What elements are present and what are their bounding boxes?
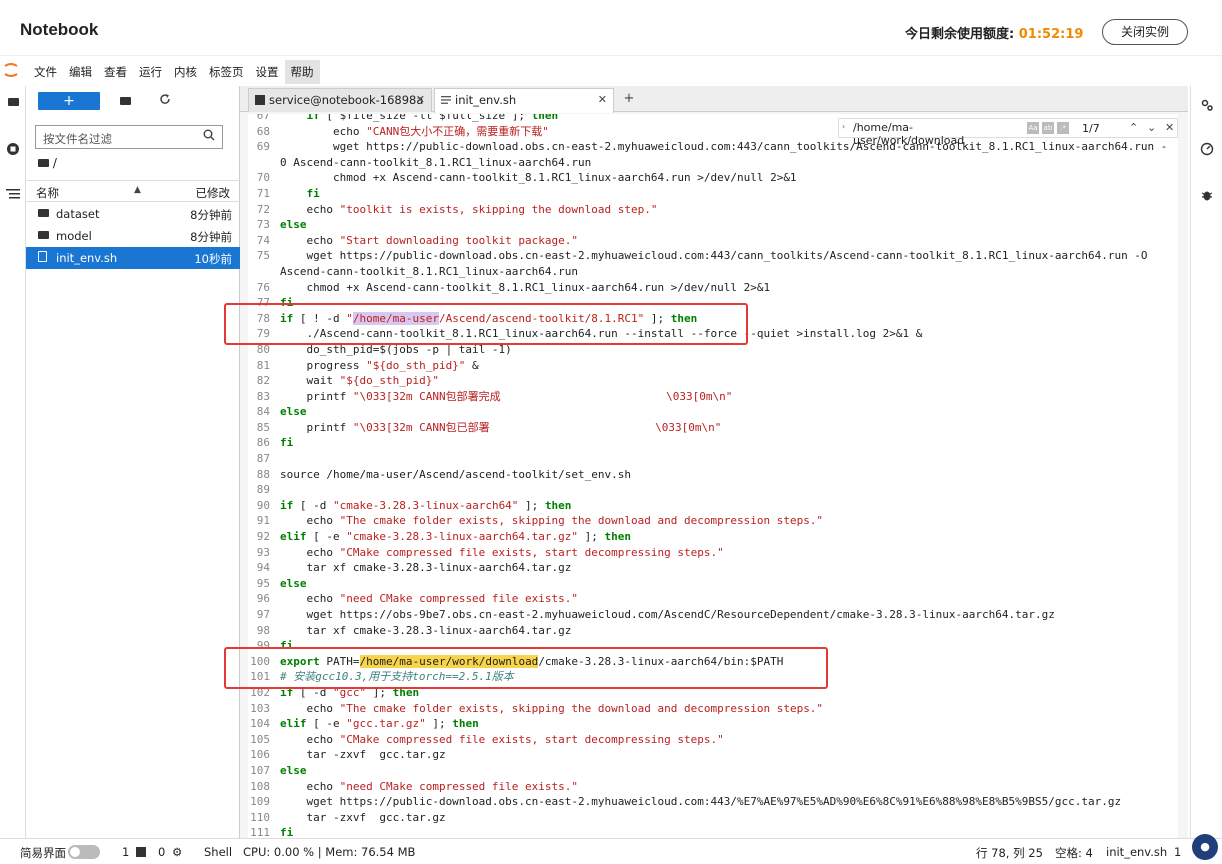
code-editor[interactable]: 67 if [ $file_size -lt $full_size ]; the… xyxy=(248,114,1178,838)
file-modified: 8分钟前 xyxy=(190,230,232,244)
quota-display: 今日剩余使用额度: 01:52:19 xyxy=(905,23,1083,42)
top-bar: Notebook 今日剩余使用额度: 01:52:19 关闭实例 xyxy=(0,0,1222,56)
search-icon xyxy=(203,129,215,144)
indent-setting[interactable]: 空格: 4 xyxy=(1055,845,1093,861)
new-folder-icon[interactable] xyxy=(116,92,134,110)
status-bar: 简易界面 1 0 ⚙ Shell CPU: 0.00 % | Mem: 76.5… xyxy=(0,838,1222,864)
close-icon[interactable]: ✕ xyxy=(598,93,607,106)
resource-usage: CPU: 0.00 % | Mem: 76.54 MB xyxy=(243,845,416,859)
tab-label: init_env.sh xyxy=(455,93,517,107)
status-tail-count: 1 xyxy=(1174,845,1182,859)
quota-time: 01:52:19 xyxy=(1018,27,1084,42)
highlight-box-ascend-check xyxy=(224,303,748,345)
file-filter-input[interactable]: 按文件名过滤 xyxy=(35,125,223,149)
bug-icon[interactable] xyxy=(1199,188,1215,204)
column-modified[interactable]: 已修改 xyxy=(196,185,231,201)
code-content: 67 if [ $file_size -lt $full_size ]; the… xyxy=(250,114,1168,838)
file-filter-placeholder: 按文件名过滤 xyxy=(43,132,112,146)
breadcrumb-path: / xyxy=(52,156,57,170)
property-inspector-icon[interactable] xyxy=(1199,98,1215,114)
file-row-model[interactable]: model 8分钟前 xyxy=(26,225,240,247)
next-match-icon[interactable]: ⌄ xyxy=(1147,121,1156,134)
menu-edit[interactable]: 编辑 xyxy=(63,60,98,84)
file-modified: 8分钟前 xyxy=(190,208,232,222)
simple-mode-toggle[interactable] xyxy=(68,845,100,859)
quota-label: 今日剩余使用额度: xyxy=(905,27,1015,42)
sort-up-icon: ▲ xyxy=(134,185,141,195)
find-input[interactable]: /home/ma-user/work/download xyxy=(853,121,1023,147)
tab-bar: service@notebook-16898a ✕ init_env.sh ✕ … xyxy=(240,86,1188,113)
close-icon[interactable]: ✕ xyxy=(416,93,425,106)
close-find-icon[interactable]: ✕ xyxy=(1165,121,1174,134)
terminal-icon xyxy=(255,95,265,105)
menu-settings[interactable]: 设置 xyxy=(250,60,285,84)
running-sessions-icon[interactable] xyxy=(4,142,22,160)
menu-file[interactable]: 文件 xyxy=(28,60,63,84)
previous-match-icon[interactable]: ⌃ xyxy=(1129,121,1138,134)
file-list-header: 名称 ▲ 已修改 xyxy=(26,180,240,202)
main-area: service@notebook-16898a ✕ init_env.sh ✕ … xyxy=(240,86,1188,838)
text-file-icon xyxy=(441,94,451,104)
kernel-count: 0 xyxy=(158,845,166,859)
menu-bar: 文件 编辑 查看 运行 内核 标签页 设置 帮助 xyxy=(0,58,1222,84)
file-name: model xyxy=(56,229,92,243)
menu-view[interactable]: 查看 xyxy=(98,60,133,84)
find-widget: › /home/ma-user/work/download Aa ab .* 1… xyxy=(838,118,1178,147)
refresh-icon[interactable] xyxy=(156,92,174,110)
tab-init-env[interactable]: init_env.sh ✕ xyxy=(434,88,614,113)
app-title: Notebook xyxy=(20,20,99,39)
menu-kernel[interactable]: 内核 xyxy=(168,60,203,84)
file-row-init-env[interactable]: init_env.sh 10秒前 xyxy=(26,247,240,269)
file-modified: 10秒前 xyxy=(194,252,232,266)
file-browser: + 按文件名过滤 / 名称 ▲ 已修改 dataset 8分钟前 model 8… xyxy=(26,86,240,838)
expand-replace-icon[interactable]: › xyxy=(842,122,845,131)
menu-help[interactable]: 帮助 xyxy=(284,60,320,84)
current-file: init_env.sh xyxy=(1106,845,1168,859)
folder-icon[interactable] xyxy=(4,94,22,112)
match-word-option[interactable]: ab xyxy=(1042,122,1054,134)
file-name: init_env.sh xyxy=(56,251,118,265)
regex-option[interactable]: .* xyxy=(1057,122,1069,134)
tab-label: service@notebook-16898a xyxy=(269,93,424,107)
close-instance-button[interactable]: 关闭实例 xyxy=(1102,19,1188,45)
column-name[interactable]: 名称 xyxy=(36,185,59,201)
folder-icon xyxy=(38,229,50,241)
breadcrumb[interactable]: / xyxy=(38,156,57,170)
assistant-bubble-icon[interactable]: ● xyxy=(1192,834,1218,860)
shell-label[interactable]: Shell xyxy=(204,845,232,859)
menu-tabs[interactable]: 标签页 xyxy=(203,60,250,84)
debugger-gauge-icon[interactable] xyxy=(1199,142,1215,158)
left-activity-bar xyxy=(0,86,26,838)
match-case-option[interactable]: Aa xyxy=(1027,122,1039,134)
home-folder-icon xyxy=(38,159,49,167)
cursor-position[interactable]: 行 78, 列 25 xyxy=(976,845,1043,861)
add-tab-icon[interactable]: + xyxy=(620,90,638,108)
right-activity-bar xyxy=(1190,86,1222,838)
jupyter-logo-icon xyxy=(4,62,18,78)
new-launcher-button[interactable]: + xyxy=(38,92,100,110)
tab-terminal[interactable]: service@notebook-16898a ✕ xyxy=(248,88,432,112)
highlight-box-export-path xyxy=(224,647,828,689)
file-row-dataset[interactable]: dataset 8分钟前 xyxy=(26,203,240,225)
kernel-icon: ⚙ xyxy=(172,845,183,859)
terminal-icon xyxy=(136,845,146,859)
file-icon xyxy=(38,251,50,263)
table-of-contents-icon[interactable] xyxy=(4,188,22,206)
menu-run[interactable]: 运行 xyxy=(133,60,168,84)
folder-icon xyxy=(38,207,50,219)
terminal-count: 1 xyxy=(122,845,130,859)
match-count: 1/7 xyxy=(1082,122,1100,135)
simple-mode-label: 简易界面 xyxy=(20,846,66,860)
file-name: dataset xyxy=(56,207,100,221)
